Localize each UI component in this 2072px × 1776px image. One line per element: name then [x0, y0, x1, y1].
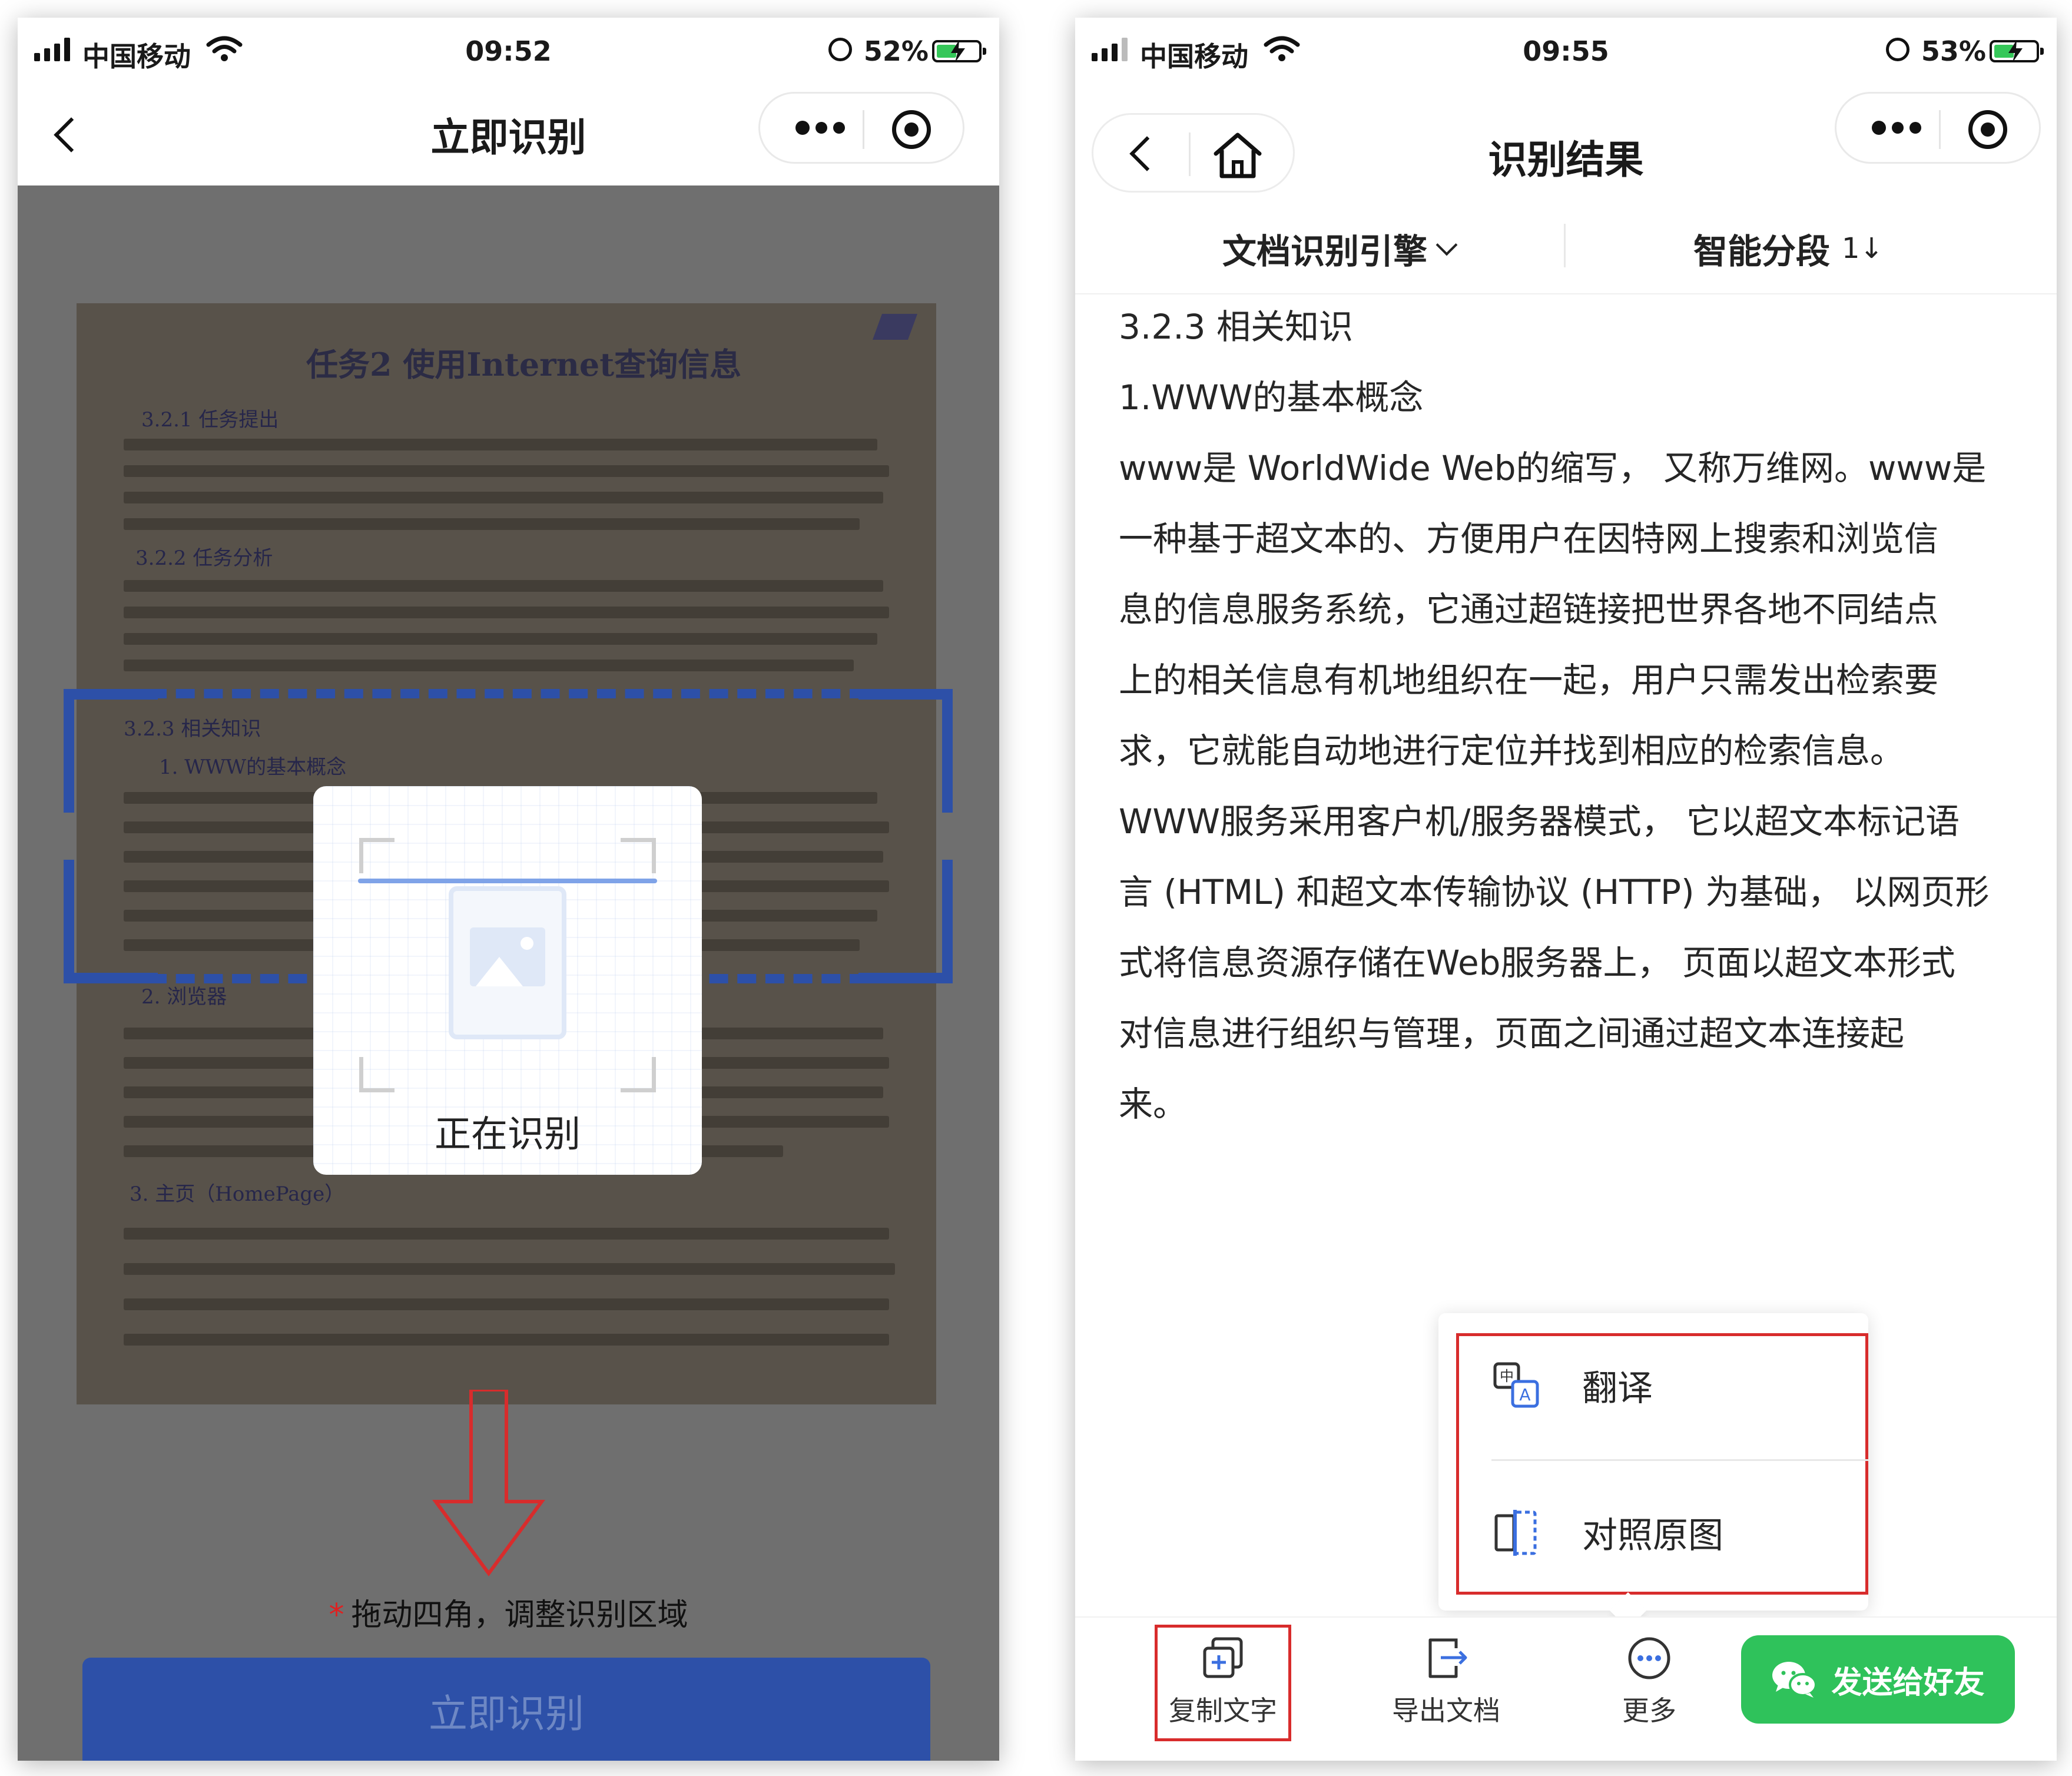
copy-icon	[1203, 1637, 1243, 1678]
rotation-lock-icon	[828, 38, 852, 61]
navigation-bar: 识别结果	[1075, 82, 2057, 193]
result-line: 3.2.3 相关知识	[1119, 307, 1354, 347]
image-icon	[449, 886, 566, 1039]
navigation-bar: 立即识别	[18, 82, 999, 185]
miniprogram-capsule	[758, 92, 964, 164]
battery-icon	[932, 40, 986, 62]
scan-line	[358, 879, 657, 883]
close-miniprogram-icon[interactable]	[1968, 110, 2007, 149]
result-line: www是 WorldWide Web的缩写， 又称万维网。www是	[1119, 448, 1987, 488]
result-line: 对信息进行组织与管理，页面之间通过超文本连接起	[1119, 1013, 1905, 1053]
recognizing-dialog: 正在识别	[313, 786, 702, 1175]
recognized-text[interactable]: 3.2.3 相关知识 1.WWW的基本概念 www是 WorldWide Web…	[1119, 291, 2025, 1139]
engine-selector[interactable]: 文档识别引擎	[1222, 224, 1458, 273]
drag-handle-top-right[interactable]	[858, 689, 953, 813]
compare-icon	[1494, 1510, 1537, 1556]
result-toolbar: 文档识别引擎 智能分段 1↓	[1075, 206, 2057, 294]
result-line: 上的相关信息有机地组织在一起，用户只需发出检索要	[1119, 660, 1939, 700]
status-time: 09:55	[1523, 35, 1609, 67]
send-to-friend-button[interactable]: 发送给好友	[1741, 1635, 2015, 1724]
result-line: 息的信息服务系统，它通过超链接把世界各地不同结点	[1119, 589, 1939, 629]
status-bar: 中国移动 09:52 52%	[18, 18, 999, 82]
wechat-icon	[1772, 1662, 1818, 1698]
smart-segment-toggle[interactable]: 智能分段 1↓	[1693, 224, 1884, 273]
svg-text:中: 中	[1500, 1368, 1514, 1384]
document-heading: 任务2 使用Internet查询信息	[306, 346, 742, 383]
screen-recognition-result: 中国移动 09:55 53% 识别结果 文档识别引擎 智能分段 1↓ 3.2.3…	[1075, 18, 2057, 1761]
battery-icon	[1990, 40, 2044, 62]
miniprogram-capsule	[1835, 92, 2041, 164]
recognizing-label: 正在识别	[434, 1112, 581, 1155]
sort-icon: 1↓	[1842, 232, 1884, 265]
status-time: 09:52	[465, 35, 552, 67]
menu-item-translate[interactable]: 中 A 翻译	[1491, 1350, 1653, 1420]
menu-item-compare-original[interactable]: 对照原图	[1491, 1497, 1723, 1568]
more-options-icon[interactable]	[795, 121, 845, 135]
result-line: 一种基于超文本的、方便用户在因特网上搜索和浏览信	[1119, 519, 1939, 559]
more-button[interactable]: 更多	[1582, 1635, 1717, 1728]
close-miniprogram-icon[interactable]	[892, 110, 931, 149]
export-icon	[1428, 1638, 1467, 1678]
translate-icon: 中 A	[1493, 1362, 1539, 1408]
bottom-action-bar: 复制文字 导出文档 更多 发送给好友	[1075, 1616, 2057, 1761]
rotation-lock-icon	[1886, 38, 1909, 61]
drag-handle-bottom-left[interactable]	[64, 860, 158, 983]
more-options-icon[interactable]	[1872, 121, 1921, 135]
result-line: WWW服务采用客户机/服务器模式， 它以超文本标记语	[1119, 801, 1960, 841]
result-line: 求，它就能自动地进行定位并找到相应的检索信息。	[1119, 731, 1905, 771]
result-line: 来。	[1119, 1084, 1188, 1124]
recognize-now-button[interactable]: 立即识别	[82, 1658, 930, 1761]
copy-text-button[interactable]: 复制文字	[1155, 1635, 1291, 1728]
chevron-down-icon	[1436, 234, 1458, 256]
drag-handle-top-left[interactable]	[64, 689, 158, 813]
battery-percent: 52%	[863, 35, 929, 67]
battery-percent: 53%	[1921, 35, 1986, 67]
export-document-button[interactable]: 导出文档	[1378, 1635, 1514, 1728]
svg-text:A: A	[1519, 1385, 1530, 1404]
scan-area: 任务2 使用Internet查询信息 3.2.1 任务提出 3.2.2 任务分析…	[18, 185, 999, 1761]
annotation-arrow-down	[432, 1390, 545, 1577]
status-bar: 中国移动 09:55 53%	[1075, 18, 2057, 82]
adjust-hint: * 拖动四角，调整识别区域	[329, 1598, 688, 1633]
result-line: 言 (HTML) 和超文本传输协议 (HTTP) 为基础， 以网页形	[1119, 872, 1990, 912]
screen-scan-document: 中国移动 09:52 52% 立即识别 任务2 使用Internet查询信息 3…	[18, 18, 999, 1761]
result-line: 1.WWW的基本概念	[1119, 377, 1424, 418]
more-menu-popup: 中 A 翻译 对照原图	[1438, 1313, 1868, 1611]
result-line: 式将信息资源存储在Web服务器上， 页面以超文本形式	[1119, 943, 1955, 983]
drag-handle-bottom-right[interactable]	[858, 860, 953, 983]
more-icon	[1628, 1637, 1670, 1679]
